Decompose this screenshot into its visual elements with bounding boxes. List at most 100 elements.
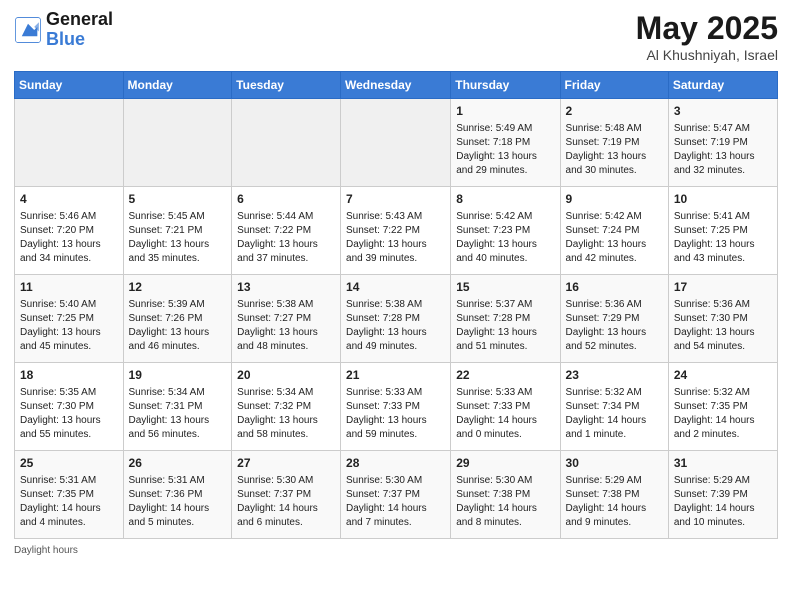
calendar-cell: 19Sunrise: 5:34 AMSunset: 7:31 PMDayligh… — [123, 363, 232, 451]
day-info-line: Sunset: 7:35 PM — [674, 400, 772, 414]
day-info-line: Sunset: 7:21 PM — [129, 224, 227, 238]
day-info-line: and 40 minutes. — [456, 252, 554, 266]
day-info-line: Sunrise: 5:48 AM — [566, 122, 663, 136]
calendar-cell: 24Sunrise: 5:32 AMSunset: 7:35 PMDayligh… — [668, 363, 777, 451]
day-info-line: Sunset: 7:34 PM — [566, 400, 663, 414]
day-info-line: Sunrise: 5:43 AM — [346, 210, 445, 224]
day-info-line: Daylight: 14 hours — [674, 414, 772, 428]
day-info-line: Daylight: 13 hours — [237, 414, 335, 428]
calendar-cell: 6Sunrise: 5:44 AMSunset: 7:22 PMDaylight… — [232, 187, 341, 275]
calendar-cell: 20Sunrise: 5:34 AMSunset: 7:32 PMDayligh… — [232, 363, 341, 451]
title-area: May 2025 Al Khushniyah, Israel — [636, 10, 778, 63]
day-info-line: Sunset: 7:22 PM — [237, 224, 335, 238]
day-info-line: Sunset: 7:30 PM — [674, 312, 772, 326]
calendar-cell: 2Sunrise: 5:48 AMSunset: 7:19 PMDaylight… — [560, 99, 668, 187]
day-info-line: Daylight: 14 hours — [237, 502, 335, 516]
weekday-header-thursday: Thursday — [451, 72, 560, 99]
day-info-line: Daylight: 13 hours — [346, 414, 445, 428]
day-info-line: Sunrise: 5:42 AM — [566, 210, 663, 224]
day-info-line: Sunrise: 5:34 AM — [129, 386, 227, 400]
day-info-line: Daylight: 14 hours — [566, 502, 663, 516]
day-info-line: and 7 minutes. — [346, 516, 445, 530]
day-info-line: and 32 minutes. — [674, 164, 772, 178]
day-info-line: Sunset: 7:33 PM — [456, 400, 554, 414]
day-info-line: Sunset: 7:32 PM — [237, 400, 335, 414]
day-info-line: Sunset: 7:28 PM — [346, 312, 445, 326]
day-info-line: Sunrise: 5:30 AM — [456, 474, 554, 488]
main-title: May 2025 — [636, 10, 778, 47]
day-info-line: Sunset: 7:18 PM — [456, 136, 554, 150]
day-info-line: and 49 minutes. — [346, 340, 445, 354]
day-number: 31 — [674, 455, 772, 472]
calendar-cell: 9Sunrise: 5:42 AMSunset: 7:24 PMDaylight… — [560, 187, 668, 275]
day-info-line: Sunrise: 5:41 AM — [674, 210, 772, 224]
calendar-cell: 10Sunrise: 5:41 AMSunset: 7:25 PMDayligh… — [668, 187, 777, 275]
day-number: 15 — [456, 279, 554, 296]
day-info-line: Daylight: 13 hours — [566, 238, 663, 252]
day-info-line: Daylight: 13 hours — [566, 326, 663, 340]
generalblue-logo-icon — [14, 16, 42, 44]
day-info-line: Sunset: 7:38 PM — [456, 488, 554, 502]
day-number: 11 — [20, 279, 118, 296]
day-number: 18 — [20, 367, 118, 384]
day-info-line: Daylight: 13 hours — [129, 238, 227, 252]
day-info-line: Sunrise: 5:29 AM — [566, 474, 663, 488]
day-info-line: Sunset: 7:29 PM — [566, 312, 663, 326]
day-info-line: and 59 minutes. — [346, 428, 445, 442]
logo: General Blue — [14, 10, 113, 50]
day-info-line: Sunset: 7:19 PM — [566, 136, 663, 150]
day-info-line: Daylight: 13 hours — [456, 238, 554, 252]
page: General Blue May 2025 Al Khushniyah, Isr… — [0, 0, 792, 612]
day-number: 16 — [566, 279, 663, 296]
day-number: 28 — [346, 455, 445, 472]
day-info-line: Sunrise: 5:29 AM — [674, 474, 772, 488]
day-info-line: and 58 minutes. — [237, 428, 335, 442]
day-number: 12 — [129, 279, 227, 296]
calendar-cell: 18Sunrise: 5:35 AMSunset: 7:30 PMDayligh… — [15, 363, 124, 451]
calendar-cell: 5Sunrise: 5:45 AMSunset: 7:21 PMDaylight… — [123, 187, 232, 275]
day-number: 27 — [237, 455, 335, 472]
day-number: 5 — [129, 191, 227, 208]
day-number: 19 — [129, 367, 227, 384]
day-info-line: Daylight: 13 hours — [237, 326, 335, 340]
day-info-line: Sunrise: 5:32 AM — [566, 386, 663, 400]
calendar-cell — [232, 99, 341, 187]
calendar-cell: 13Sunrise: 5:38 AMSunset: 7:27 PMDayligh… — [232, 275, 341, 363]
day-info-line: and 56 minutes. — [129, 428, 227, 442]
calendar-cell — [15, 99, 124, 187]
day-info-line: Sunrise: 5:33 AM — [346, 386, 445, 400]
day-info-line: Sunrise: 5:49 AM — [456, 122, 554, 136]
day-info-line: Sunset: 7:26 PM — [129, 312, 227, 326]
day-info-line: Daylight: 14 hours — [346, 502, 445, 516]
calendar-week-4: 18Sunrise: 5:35 AMSunset: 7:30 PMDayligh… — [15, 363, 778, 451]
weekday-header-monday: Monday — [123, 72, 232, 99]
day-info-line: and 37 minutes. — [237, 252, 335, 266]
day-info-line: Daylight: 13 hours — [456, 150, 554, 164]
calendar-week-2: 4Sunrise: 5:46 AMSunset: 7:20 PMDaylight… — [15, 187, 778, 275]
calendar-cell: 23Sunrise: 5:32 AMSunset: 7:34 PMDayligh… — [560, 363, 668, 451]
day-info-line: Sunrise: 5:35 AM — [20, 386, 118, 400]
day-info-line: Sunrise: 5:46 AM — [20, 210, 118, 224]
day-info-line: Sunset: 7:25 PM — [20, 312, 118, 326]
day-info-line: Sunrise: 5:32 AM — [674, 386, 772, 400]
calendar-cell: 21Sunrise: 5:33 AMSunset: 7:33 PMDayligh… — [341, 363, 451, 451]
day-info-line: and 52 minutes. — [566, 340, 663, 354]
day-info-line: Sunset: 7:39 PM — [674, 488, 772, 502]
day-info-line: Sunset: 7:27 PM — [237, 312, 335, 326]
day-info-line: Daylight: 13 hours — [129, 326, 227, 340]
day-info-line: Sunrise: 5:31 AM — [20, 474, 118, 488]
day-number: 14 — [346, 279, 445, 296]
day-info-line: Sunrise: 5:42 AM — [456, 210, 554, 224]
day-info-line: and 9 minutes. — [566, 516, 663, 530]
day-number: 4 — [20, 191, 118, 208]
day-info-line: Sunset: 7:37 PM — [237, 488, 335, 502]
day-info-line: Daylight: 14 hours — [20, 502, 118, 516]
day-info-line: Sunset: 7:37 PM — [346, 488, 445, 502]
calendar-cell — [341, 99, 451, 187]
day-info-line: and 6 minutes. — [237, 516, 335, 530]
day-info-line: Sunset: 7:25 PM — [674, 224, 772, 238]
calendar-cell: 11Sunrise: 5:40 AMSunset: 7:25 PMDayligh… — [15, 275, 124, 363]
weekday-header-wednesday: Wednesday — [341, 72, 451, 99]
day-number: 29 — [456, 455, 554, 472]
calendar-cell: 31Sunrise: 5:29 AMSunset: 7:39 PMDayligh… — [668, 451, 777, 539]
